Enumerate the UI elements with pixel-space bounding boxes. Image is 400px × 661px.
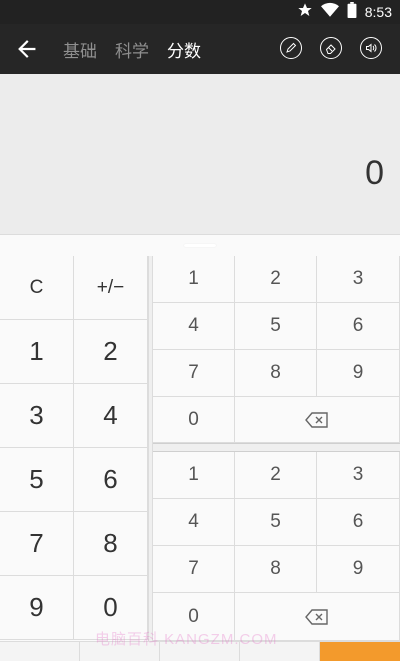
numerator-key-9[interactable]: 9 <box>317 350 400 397</box>
denominator-key-7[interactable]: 7 <box>153 546 235 593</box>
key-8[interactable]: 8 <box>74 512 148 576</box>
numerator-key-3[interactable]: 3 <box>317 256 400 303</box>
key-1[interactable]: 1 <box>0 320 74 384</box>
key-0[interactable]: 0 <box>74 576 148 640</box>
bottom-key-row <box>0 641 400 661</box>
denominator-backspace-button[interactable] <box>235 593 400 641</box>
app-bar: 基础 科学 分数 <box>0 24 400 74</box>
numerator-key-2[interactable]: 2 <box>235 256 317 303</box>
eraser-icon <box>325 44 336 54</box>
panel-handle-area[interactable] <box>0 234 400 256</box>
denominator-keypad: 1 2 3 4 5 6 7 8 9 0 <box>153 452 400 641</box>
bottom-key-1[interactable] <box>0 642 80 661</box>
edit-button[interactable] <box>280 37 302 59</box>
numerator-backspace-button[interactable] <box>235 397 400 443</box>
denominator-key-5[interactable]: 5 <box>235 499 317 546</box>
fraction-bar <box>153 443 400 452</box>
back-button[interactable] <box>10 33 44 65</box>
denominator-key-6[interactable]: 6 <box>317 499 400 546</box>
key-6[interactable]: 6 <box>74 448 148 512</box>
key-clear[interactable]: C <box>0 256 74 320</box>
pencil-icon <box>286 42 297 53</box>
arrow-left-icon <box>18 40 36 58</box>
numerator-key-5[interactable]: 5 <box>235 303 317 350</box>
denominator-key-2[interactable]: 2 <box>235 452 317 499</box>
tab-basic[interactable]: 基础 <box>63 37 97 62</box>
denominator-key-4[interactable]: 4 <box>153 499 235 546</box>
drag-handle[interactable] <box>184 244 216 247</box>
integer-keypad: C +/− 1 2 3 4 5 6 7 8 9 0 <box>0 256 148 641</box>
key-negate[interactable]: +/− <box>74 256 148 320</box>
bottom-key-4[interactable] <box>240 642 320 661</box>
denominator-key-9[interactable]: 9 <box>317 546 400 593</box>
denominator-key-0[interactable]: 0 <box>153 593 235 641</box>
numerator-key-4[interactable]: 4 <box>153 303 235 350</box>
denominator-key-1[interactable]: 1 <box>153 452 235 499</box>
key-4[interactable]: 4 <box>74 384 148 448</box>
toolbar-actions <box>280 37 382 59</box>
numerator-keypad: 1 2 3 4 5 6 7 8 9 0 <box>153 256 400 443</box>
key-5[interactable]: 5 <box>0 448 74 512</box>
clear-history-button[interactable] <box>320 37 342 59</box>
numerator-key-8[interactable]: 8 <box>235 350 317 397</box>
numerator-key-7[interactable]: 7 <box>153 350 235 397</box>
sound-button[interactable] <box>360 37 382 59</box>
status-icons: 8:53 <box>297 2 392 22</box>
backspace-icon <box>305 608 328 625</box>
mode-tabs: 基础 科学 分数 <box>63 24 201 74</box>
bottom-key-2[interactable] <box>80 642 160 661</box>
numerator-key-0[interactable]: 0 <box>153 397 235 443</box>
tab-scientific[interactable]: 科学 <box>115 37 149 62</box>
key-3[interactable]: 3 <box>0 384 74 448</box>
bottom-accent-key[interactable] <box>320 642 400 661</box>
backspace-icon <box>305 411 328 428</box>
status-time: 8:53 <box>364 4 392 20</box>
key-2[interactable]: 2 <box>74 320 148 384</box>
result-display: 0 <box>0 74 400 234</box>
battery-icon <box>347 2 357 22</box>
denominator-key-8[interactable]: 8 <box>235 546 317 593</box>
denominator-key-3[interactable]: 3 <box>317 452 400 499</box>
display-value: 0 <box>365 154 384 192</box>
numerator-key-1[interactable]: 1 <box>153 256 235 303</box>
key-9[interactable]: 9 <box>0 576 74 640</box>
sound-icon <box>366 43 377 53</box>
tab-fraction[interactable]: 分数 <box>167 37 201 62</box>
key-7[interactable]: 7 <box>0 512 74 576</box>
status-bar: 8:53 <box>0 0 400 24</box>
wifi-icon <box>320 2 339 22</box>
bottom-key-3[interactable] <box>160 642 240 661</box>
star-icon <box>297 2 313 22</box>
numerator-key-6[interactable]: 6 <box>317 303 400 350</box>
